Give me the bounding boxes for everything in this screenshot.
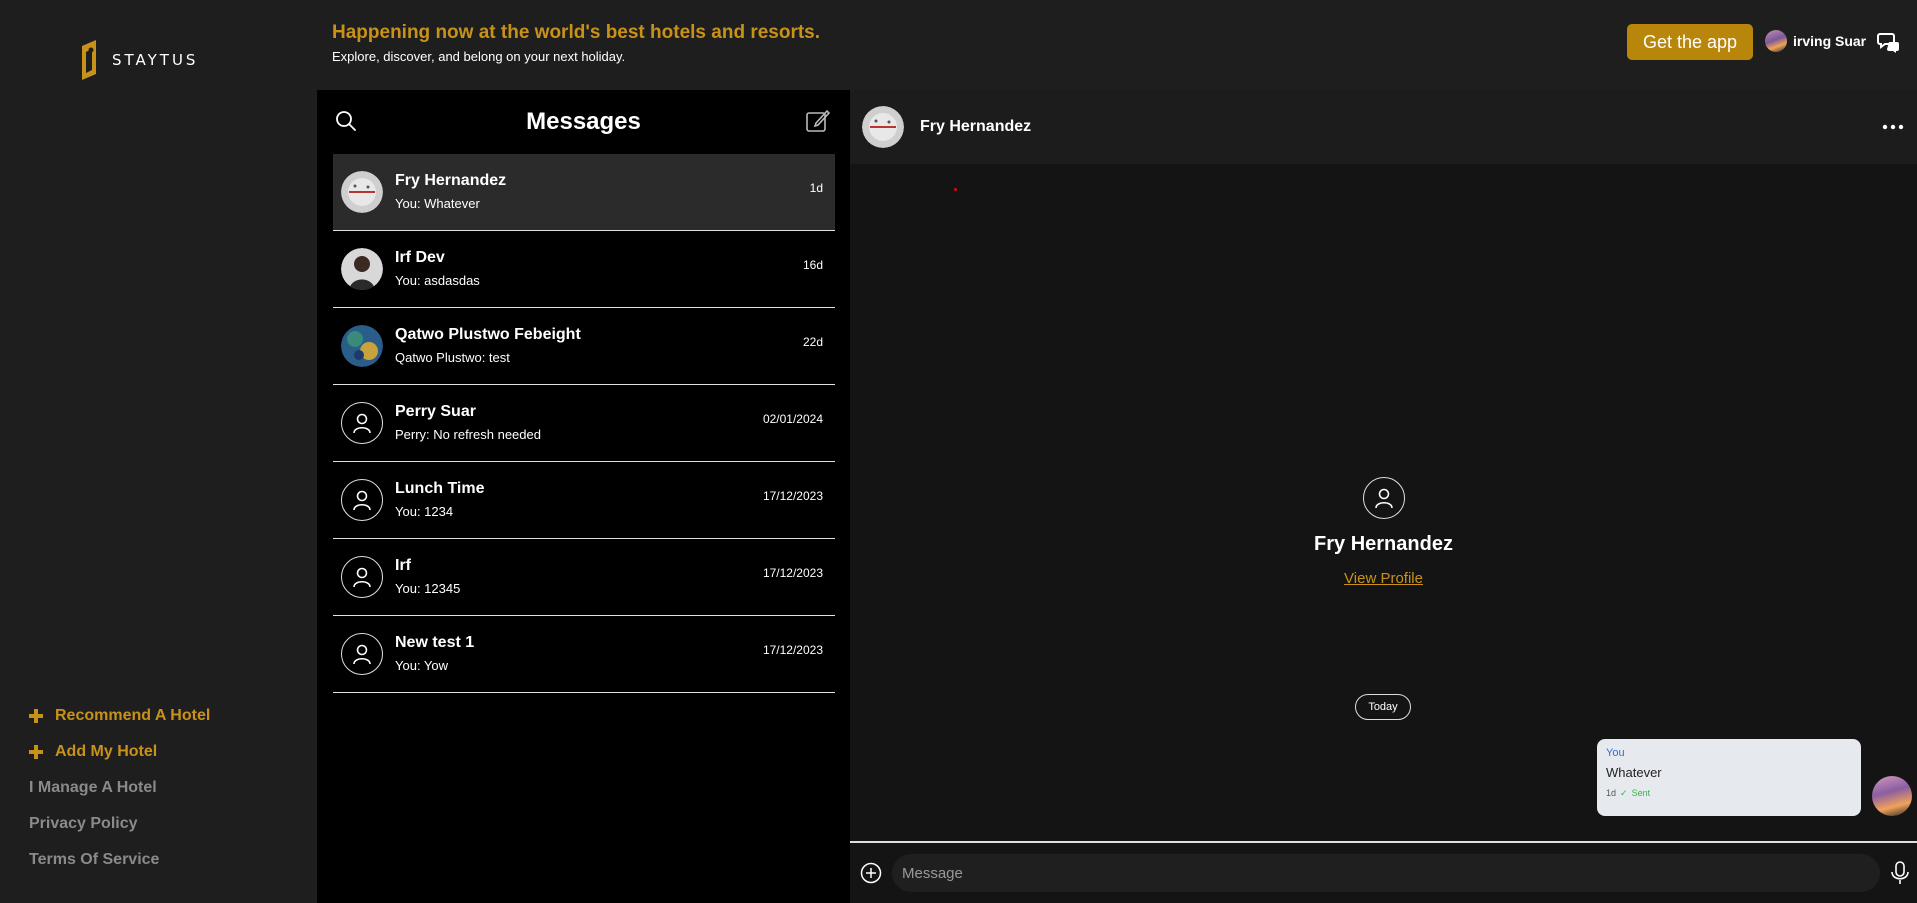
- conversation-name: Fry Hernandez: [395, 172, 507, 189]
- avatar[interactable]: [862, 106, 904, 148]
- banner-title: Happening now at the world's best hotels…: [332, 22, 821, 43]
- conversation-time: 22d: [802, 335, 823, 349]
- compose-icon[interactable]: [805, 108, 831, 134]
- conversation-item[interactable]: Irf You: 12345 17/12/2023: [333, 539, 835, 616]
- conversation-time: 17/12/2023: [762, 566, 823, 580]
- privacy-policy-label: Privacy Policy: [29, 815, 138, 832]
- conversation-name: Lunch Time: [395, 480, 485, 497]
- manage-hotel-label: I Manage A Hotel: [29, 779, 157, 796]
- message-sender: You: [1606, 747, 1625, 759]
- message-meta: 1d ✓ Sent: [1606, 788, 1852, 799]
- conversation-time: 16d: [802, 258, 823, 272]
- conversation-preview: You: 12345: [395, 581, 461, 596]
- brand-logo[interactable]: STAYTUS: [80, 40, 198, 80]
- messages-header: Messages: [317, 90, 850, 154]
- terms-of-service-link[interactable]: Terms Of Service: [29, 842, 210, 878]
- contact-profile: Fry Hernandez View Profile: [850, 477, 1917, 588]
- avatar: [1872, 776, 1912, 816]
- chat-contact-name: Fry Hernandez: [920, 118, 1032, 135]
- conversation-item[interactable]: Qatwo Plustwo Febeight Qatwo Plustwo: te…: [333, 308, 835, 385]
- user-menu[interactable]: irving Suar: [1765, 30, 1866, 52]
- message-text: Whatever: [1606, 765, 1662, 780]
- message-status: Sent: [1631, 788, 1651, 798]
- conversation-name: Qatwo Plustwo Febeight: [395, 326, 581, 343]
- conversation-name: Irf Dev: [395, 249, 445, 266]
- conversation-item[interactable]: Perry Suar Perry: No refresh needed 02/0…: [333, 385, 835, 462]
- profile-name: Fry Hernandez: [1314, 533, 1453, 555]
- message-composer: [850, 843, 1917, 903]
- conversation-preview: You: 1234: [395, 504, 454, 519]
- conversation-item[interactable]: Fry Hernandez You: Whatever 1d: [333, 154, 835, 231]
- default-avatar-icon: [341, 556, 383, 598]
- plus-icon: [29, 745, 43, 759]
- add-my-hotel-label: Add My Hotel: [55, 743, 158, 760]
- microphone-icon[interactable]: [1890, 861, 1910, 885]
- sent-check-icon: ✓: [1620, 788, 1628, 798]
- top-banner: Happening now at the world's best hotels…: [317, 0, 1917, 90]
- conversation-preview: You: Whatever: [395, 196, 480, 211]
- conversation-item[interactable]: Lunch Time You: 1234 17/12/2023: [333, 462, 835, 539]
- banner-subtitle: Explore, discover, and belong on your ne…: [332, 49, 626, 64]
- conversation-name: New test 1: [395, 634, 475, 651]
- conversation-item[interactable]: New test 1 You: Yow 17/12/2023: [333, 616, 835, 693]
- default-avatar-icon: [341, 633, 383, 675]
- default-avatar-icon: [1362, 477, 1405, 519]
- message-input[interactable]: [892, 854, 1880, 892]
- staytus-logo-icon: [82, 40, 96, 80]
- conversation-name: Perry Suar: [395, 403, 476, 420]
- chat-header: Fry Hernandez: [850, 90, 1917, 164]
- add-attachment-icon[interactable]: [860, 862, 882, 884]
- date-separator: Today: [1355, 694, 1411, 720]
- conversation-preview: You: Yow: [395, 658, 449, 673]
- avatar: [1765, 30, 1787, 52]
- conversation-preview: You: asdasdas: [395, 273, 480, 288]
- default-avatar-icon: [341, 402, 383, 444]
- status-dot: [954, 188, 957, 191]
- conversation-preview: Qatwo Plustwo: test: [395, 350, 510, 365]
- manage-hotel-link[interactable]: I Manage A Hotel: [29, 770, 210, 806]
- chat-area: Fry Hernandez Fry Hernandez View Profile…: [850, 90, 1917, 903]
- message-time: 1d: [1606, 788, 1617, 798]
- brand-name: STAYTUS: [112, 51, 199, 69]
- conversation-item[interactable]: Irf Dev You: asdasdas 16d: [333, 231, 835, 308]
- message-bubble[interactable]: You Whatever 1d ✓ Sent: [1597, 739, 1861, 816]
- avatar: [341, 248, 383, 290]
- avatar: [341, 171, 383, 213]
- conversation-time: 02/01/2024: [762, 412, 823, 426]
- avatar: [341, 325, 383, 367]
- recommend-hotel-label: Recommend A Hotel: [55, 707, 211, 724]
- conversation-list: Fry Hernandez You: Whatever 1d Irf Dev Y…: [333, 154, 835, 693]
- messages-panel: Messages Fry Hernandez You: Whatever 1d …: [317, 90, 850, 903]
- plus-icon: [29, 709, 43, 723]
- chat-bubbles-icon[interactable]: [1877, 30, 1901, 54]
- add-my-hotel-link[interactable]: Add My Hotel: [29, 734, 210, 770]
- recommend-hotel-link[interactable]: Recommend A Hotel: [29, 698, 210, 734]
- get-the-app-button[interactable]: Get the app: [1627, 24, 1753, 60]
- privacy-policy-link[interactable]: Privacy Policy: [29, 806, 210, 842]
- more-options-icon[interactable]: [1880, 116, 1906, 138]
- conversation-time: 1d: [809, 181, 823, 195]
- conversation-preview: Perry: No refresh needed: [395, 427, 541, 442]
- messages-title: Messages: [526, 108, 641, 135]
- conversation-time: 17/12/2023: [762, 643, 823, 657]
- default-avatar-icon: [341, 479, 383, 521]
- conversation-name: Irf: [395, 557, 411, 574]
- conversation-time: 17/12/2023: [762, 489, 823, 503]
- terms-of-service-label: Terms Of Service: [29, 851, 160, 868]
- sidebar-links: Recommend A Hotel Add My Hotel I Manage …: [29, 698, 210, 878]
- view-profile-link[interactable]: View Profile: [1344, 570, 1423, 587]
- user-name: irving Suar: [1793, 33, 1867, 49]
- left-sidebar: STAYTUS Recommend A Hotel Add My Hotel I…: [0, 0, 317, 903]
